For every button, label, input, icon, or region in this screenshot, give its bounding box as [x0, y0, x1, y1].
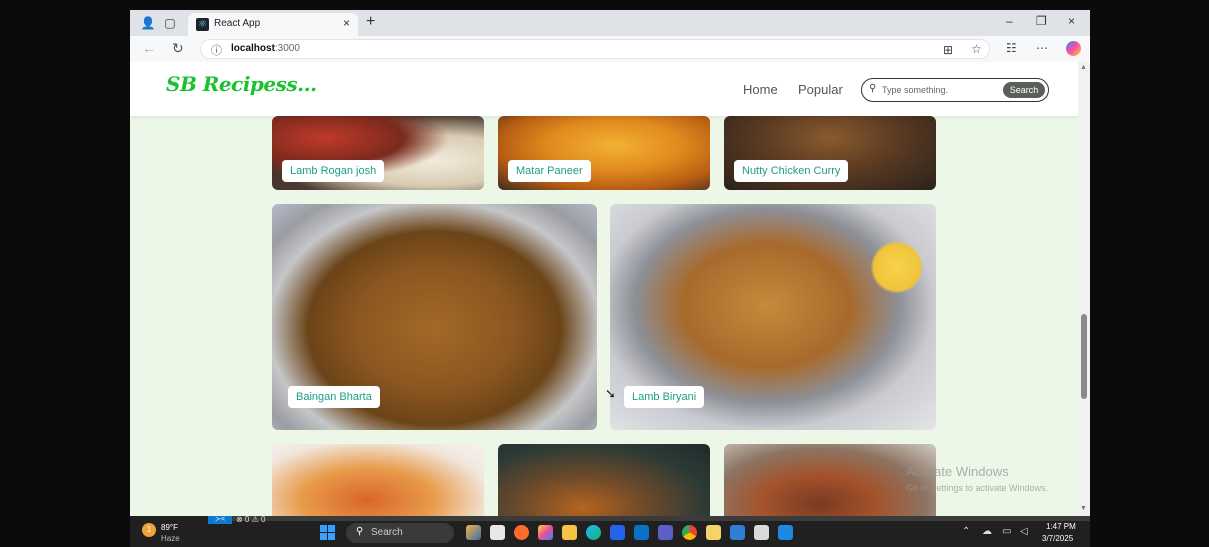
recipe-card[interactable] — [272, 444, 484, 516]
network-icon[interactable]: ▭ — [1002, 526, 1011, 537]
clock-date[interactable]: 3/7/2025 — [1042, 534, 1073, 543]
refresh-icon[interactable]: ↻ — [172, 40, 184, 57]
split-screen-icon[interactable]: ⊞ — [943, 43, 953, 57]
windows-start-icon[interactable] — [320, 525, 336, 541]
taskbar-search[interactable]: ⚲ Search — [346, 523, 454, 543]
activate-windows-title: Activate Windows — [906, 464, 1009, 479]
file-explorer-icon[interactable] — [562, 525, 577, 540]
remote-icon[interactable]: ≻< — [208, 516, 232, 524]
search-icon: ⚲ — [869, 83, 877, 94]
powershell-icon[interactable] — [730, 525, 745, 540]
recipe-card-lamb-biryani[interactable]: Lamb Biryani — [610, 204, 936, 430]
mouse-cursor-icon: ➘ — [605, 386, 616, 401]
recipe-card[interactable] — [498, 444, 710, 516]
search-button[interactable]: Search — [1003, 82, 1045, 98]
task-view-icon[interactable] — [490, 525, 505, 540]
back-arrow-icon[interactable]: ← — [142, 40, 156, 56]
recipe-name: Matar Paneer — [508, 160, 591, 182]
terminal-icon[interactable] — [754, 525, 769, 540]
taskbar-search-label: Search — [371, 527, 403, 538]
screen: 👤 ▢ ⚛ React App × + – ❐ × ← ↻ ⓘ localhos… — [130, 10, 1090, 547]
search-box: ⚲ Search — [861, 78, 1049, 102]
recipe-name: Nutty Chicken Curry — [734, 160, 849, 182]
recipe-card-lamb-rogan-josh[interactable]: Lamb Rogan josh — [272, 116, 484, 190]
recipe-card-baingan-bharta[interactable]: Baingan Bharta — [272, 204, 597, 430]
scroll-up-icon[interactable]: ▲ — [1080, 64, 1087, 71]
search-icon: ⚲ — [356, 526, 364, 537]
recipe-name: Lamb Rogan josh — [282, 160, 385, 182]
nav-home-link[interactable]: Home — [743, 82, 778, 97]
recipe-card[interactable] — [724, 444, 936, 516]
star-icon[interactable]: ☆ — [971, 42, 982, 56]
tab-title: React App — [214, 18, 261, 29]
address-bar: ← ↻ ⓘ localhost:3000 ⊞ ☆ ☷ ⋯ — [130, 36, 1090, 62]
site-logo[interactable]: SB Recipess... — [166, 72, 317, 96]
scroll-down-icon[interactable]: ▼ — [1080, 505, 1087, 512]
site-navbar: SB Recipess... Home Popular ⚲ Search — [130, 62, 1078, 116]
new-tab-button[interactable]: + — [366, 13, 375, 31]
activate-windows-subtitle: Go to Settings to activate Windows. — [906, 483, 1049, 493]
info-icon[interactable]: ⓘ — [211, 42, 222, 58]
search-input[interactable] — [882, 82, 992, 98]
minimize-button[interactable]: – — [1006, 14, 1013, 28]
recipe-name: Baingan Bharta — [288, 386, 380, 408]
page-scrollbar[interactable]: ▲ ▼ — [1078, 62, 1090, 516]
nav-popular-link[interactable]: Popular — [798, 82, 843, 97]
paint-icon[interactable] — [706, 525, 721, 540]
chrome-icon[interactable] — [682, 525, 697, 540]
recipe-card-nutty-chicken-curry[interactable]: Nutty Chicken Curry — [724, 116, 936, 190]
volume-icon[interactable]: ◁ — [1020, 526, 1028, 537]
outlook-icon[interactable] — [634, 525, 649, 540]
react-favicon-icon: ⚛ — [196, 18, 209, 31]
teams-icon[interactable] — [658, 525, 673, 540]
browser-tab[interactable]: ⚛ React App × — [188, 13, 358, 36]
scroll-thumb[interactable] — [1081, 314, 1087, 399]
weather-description: Haze — [161, 534, 180, 543]
url-field[interactable]: ⓘ localhost:3000 ⊞ ☆ — [200, 39, 990, 59]
problems-status[interactable]: ⊗ 0 ⚠ 0 — [236, 515, 265, 524]
tray-chevron-icon[interactable]: ⌃ — [962, 526, 970, 537]
clock-time[interactable]: 1:47 PM — [1046, 522, 1076, 531]
photos-icon[interactable] — [538, 525, 553, 540]
windows-taskbar: ≻< ⊗ 0 ⚠ 0 1 89°F Haze ⚲ Search ⌃ ☁ ▭ ◁ … — [130, 515, 1090, 547]
url-text: localhost:3000 — [231, 43, 300, 54]
weather-temperature: 89°F — [161, 523, 178, 532]
vscode-status-strip — [208, 516, 1090, 521]
web-page: SB Recipess... Home Popular ⚲ Search Lam… — [130, 62, 1078, 516]
tab-close-button[interactable]: × — [343, 16, 350, 30]
firefox-icon[interactable] — [514, 525, 529, 540]
onedrive-icon[interactable]: ☁ — [982, 526, 992, 537]
recipe-card-matar-paneer[interactable]: Matar Paneer — [498, 116, 710, 190]
edge-icon[interactable] — [586, 525, 601, 540]
vscode-icon[interactable] — [778, 525, 793, 540]
copilot-icon[interactable] — [1066, 41, 1081, 56]
collections-icon[interactable]: ☷ — [1006, 41, 1017, 55]
more-icon[interactable]: ⋯ — [1036, 41, 1048, 55]
restore-button[interactable]: ❐ — [1036, 14, 1047, 28]
recipe-name: Lamb Biryani — [624, 386, 705, 408]
profile-icon[interactable]: 👤 — [140, 15, 156, 31]
store-icon[interactable] — [610, 525, 625, 540]
tab-actions-icon[interactable]: ▢ — [162, 15, 178, 31]
widgets-icon[interactable] — [466, 525, 481, 540]
weather-icon[interactable]: 1 — [142, 523, 156, 537]
browser-tab-bar: 👤 ▢ ⚛ React App × + – ❐ × — [130, 10, 1090, 36]
close-window-button[interactable]: × — [1068, 14, 1075, 28]
